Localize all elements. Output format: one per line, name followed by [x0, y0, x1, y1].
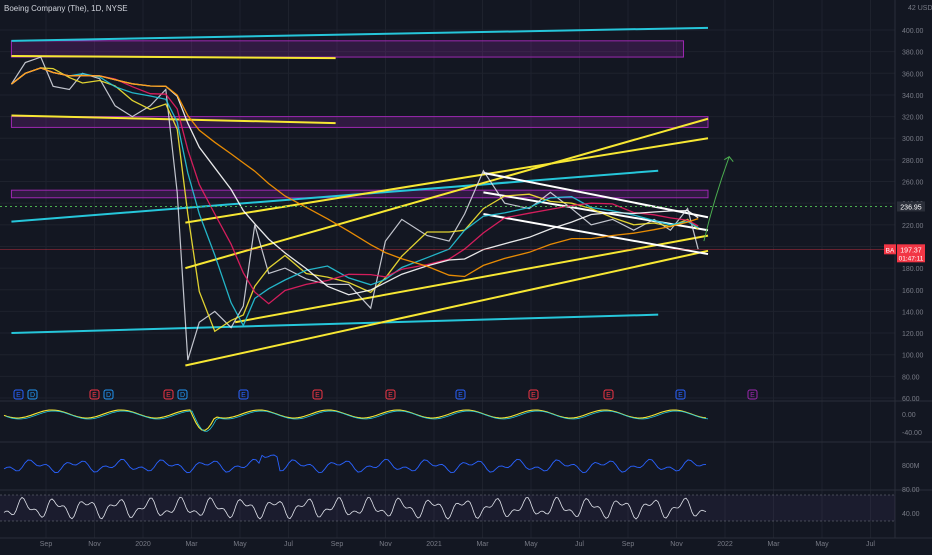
- event-marker-label: E: [458, 392, 463, 399]
- price-tick-label: 100.00: [902, 353, 924, 360]
- time-tick-label: Nov: [670, 541, 683, 548]
- price-tick-label: 80.00: [902, 374, 920, 381]
- rsi-band: [0, 495, 895, 521]
- trendline-cyan: [11, 313, 659, 335]
- rsi-tick: 40.00: [902, 511, 920, 518]
- price-tick-label: 180.00: [902, 266, 924, 273]
- event-marker-label: E: [388, 392, 393, 399]
- price-tick-label: 60.00: [902, 396, 920, 403]
- countdown-label: 01:47:11: [899, 255, 924, 262]
- time-tick-label: May: [233, 541, 247, 548]
- chart-svg: E D E D E D E E E E E E E E 400.00 380.00 360.00 340.00 32…: [0, 0, 932, 548]
- event-marker-label: E: [166, 392, 171, 399]
- ba-label: BA: [886, 247, 895, 254]
- symbol-title: Boeing Company (The), 1D, NYSE: [4, 4, 128, 13]
- event-marker-label: E: [241, 392, 246, 399]
- price-tick-label: 120.00: [902, 331, 924, 338]
- price-tick-label: 160.00: [902, 288, 924, 295]
- time-tick-label: May: [815, 541, 829, 548]
- time-tick-label: Nov: [379, 541, 392, 548]
- price-tick-label: 260.00: [902, 180, 924, 187]
- currency-label: 42 USD: [908, 5, 932, 12]
- marked-price-label: 236.95: [900, 204, 922, 211]
- event-marker-label: E: [678, 392, 683, 399]
- event-marker-label: E: [315, 392, 320, 399]
- volume-tick: 800M: [902, 463, 920, 470]
- resistance-zone: [10, 40, 684, 58]
- price-tick-label: 300.00: [902, 136, 924, 143]
- rsi-tick: 80.00: [902, 487, 920, 494]
- time-tick-label: 2021: [426, 541, 442, 548]
- osc-tick: -40.00: [902, 430, 922, 437]
- time-tick-label: Sep: [331, 541, 344, 548]
- time-tick-label: Nov: [88, 541, 101, 548]
- price-tick-label: 360.00: [902, 71, 924, 78]
- price-tick-label: 280.00: [902, 158, 924, 165]
- time-tick-label: 2022: [717, 541, 733, 548]
- trendline-yellow: [185, 137, 709, 224]
- oscillator-line: [3, 409, 707, 431]
- volume-line: [3, 454, 707, 474]
- price-tick-label: 340.00: [902, 93, 924, 100]
- trendline-white: [483, 213, 709, 256]
- time-tick-label: 2020: [135, 541, 151, 548]
- time-tick-label: Mar: [476, 541, 489, 548]
- current-price-label: 197.37: [900, 247, 922, 254]
- grid: [0, 0, 895, 538]
- time-tick-label: Sep: [40, 541, 53, 548]
- price-tick-label: 220.00: [902, 223, 924, 230]
- time-tick-label: May: [524, 541, 538, 548]
- price-tick-label: 320.00: [902, 115, 924, 122]
- event-marker-label: D: [30, 392, 35, 399]
- moving-average-line: [11, 67, 699, 278]
- event-marker-label: D: [180, 392, 185, 399]
- oscillator-signal-line: [5, 410, 709, 432]
- event-marker-label: E: [92, 392, 97, 399]
- price-tick-label: 400.00: [902, 28, 924, 35]
- osc-tick: 0.00: [902, 412, 916, 419]
- time-tick-label: Mar: [767, 541, 780, 548]
- price-tick-label: 140.00: [902, 309, 924, 316]
- event-marker-label: E: [531, 392, 536, 399]
- time-tick-label: Mar: [185, 541, 198, 548]
- chart-canvas[interactable]: E D E D E D E E E E E E E E 400.00 380.00 360.00 340.00 32…: [0, 0, 932, 550]
- price-tick-label: 380.00: [902, 50, 924, 57]
- event-marker-label: E: [750, 392, 755, 399]
- event-marker-label: E: [16, 392, 21, 399]
- event-marker-label: D: [106, 392, 111, 399]
- time-tick-label: Jul: [284, 541, 293, 548]
- event-marker-label: E: [606, 392, 611, 399]
- time-tick-label: Jul: [866, 541, 875, 548]
- time-tick-label: Jul: [575, 541, 584, 548]
- time-tick-label: Sep: [622, 541, 635, 548]
